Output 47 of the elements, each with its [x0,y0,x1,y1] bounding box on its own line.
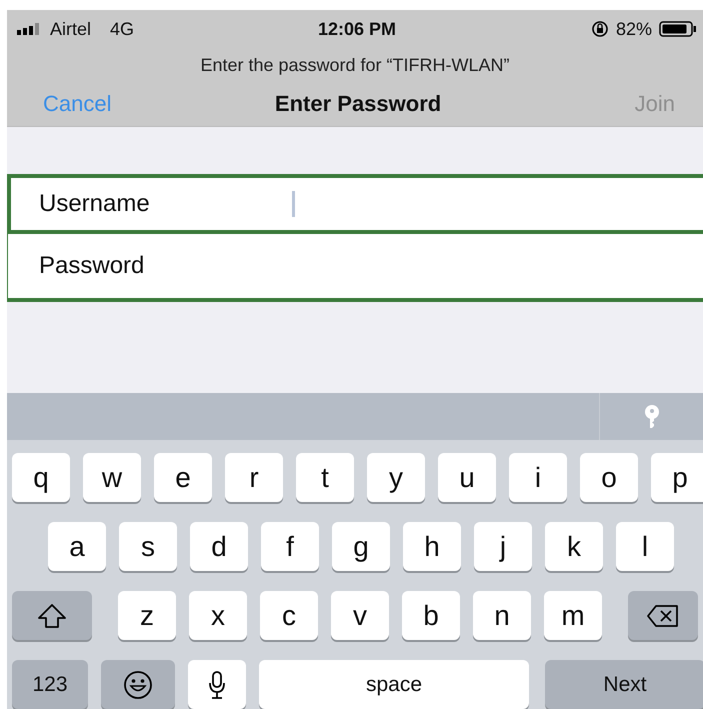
letter-key[interactable]: a [48,522,106,571]
letter-key[interactable]: h [403,522,461,571]
numbers-key[interactable]: 123 [12,660,88,709]
microphone-icon [207,670,227,700]
rotation-lock-icon [590,20,609,38]
letter-key[interactable]: r [225,453,283,502]
letter-key[interactable]: b [402,591,460,640]
dictation-key[interactable] [188,660,246,709]
emoji-key[interactable] [101,660,175,709]
letter-key[interactable]: v [331,591,389,640]
letter-key[interactable]: n [473,591,531,640]
letter-key[interactable]: x [189,591,247,640]
letter-key[interactable]: d [190,522,248,571]
prompt-text: Enter the password for “TIFRH-WLAN” [200,54,510,76]
key-icon [644,404,660,428]
letter-key[interactable]: y [367,453,425,502]
letter-key[interactable]: k [545,522,603,571]
letter-key[interactable]: t [296,453,354,502]
letter-key[interactable]: c [260,591,318,640]
letter-key[interactable]: u [438,453,496,502]
letter-key[interactable]: z [118,591,176,640]
letter-key[interactable]: e [154,453,212,502]
backspace-icon [646,604,680,628]
smiley-icon [123,670,153,700]
letter-key[interactable]: i [509,453,567,502]
carrier-name: Airtel [50,18,92,40]
shift-icon [37,602,67,628]
letter-key[interactable]: j [474,522,532,571]
text-cursor [292,191,295,217]
letter-key[interactable]: l [616,522,674,571]
letter-key[interactable]: f [261,522,319,571]
letter-key[interactable]: s [119,522,177,571]
letter-key[interactable]: q [12,453,70,502]
letter-key[interactable]: w [83,453,141,502]
battery-percent: 82% [616,18,652,40]
letter-key[interactable]: p [651,453,703,502]
network-type: 4G [110,18,134,40]
next-key[interactable]: Next [545,660,703,709]
letter-key[interactable]: g [332,522,390,571]
letter-key[interactable]: o [580,453,638,502]
space-key[interactable]: space [259,660,529,709]
letter-key[interactable]: m [544,591,602,640]
delete-key[interactable] [628,591,698,640]
clock-time: 12:06 PM [318,18,396,40]
shift-key[interactable] [12,591,92,640]
battery-icon [658,21,697,38]
nav-title: Enter Password [274,91,442,118]
